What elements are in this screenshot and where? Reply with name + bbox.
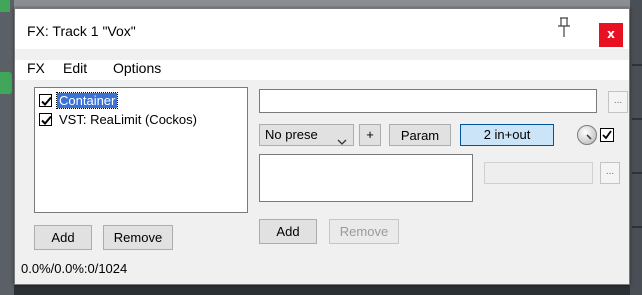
track-color-marker [0,0,10,12]
preset-value: No prese [265,127,318,142]
daw-track-strip-right [630,0,642,295]
chevron-down-icon [337,132,347,152]
remove-fx-button[interactable]: Remove [103,225,173,250]
fx-enable-checkbox[interactable] [39,93,52,107]
menu-fx[interactable]: FX [27,60,45,76]
add-preset-button[interactable]: + [359,124,381,146]
fx-item-label: Container [55,91,119,109]
preset-dropdown[interactable]: No prese [259,124,354,146]
wet-knob-icon[interactable] [577,125,597,145]
menu-bar: FX Edit Options [15,60,629,80]
fx-list-item[interactable]: Container [39,91,119,109]
menu-options[interactable]: Options [113,60,161,76]
fx-item-label: VST: ReaLimit (Cockos) [59,111,197,127]
window-title: FX: Track 1 "Vox" [27,23,136,39]
add-fx-button[interactable]: Add [34,225,92,250]
param-browse-button: ... [600,162,620,184]
io-routing-button[interactable]: 2 in+out [460,124,554,146]
pin-icon[interactable] [555,17,573,39]
menu-edit[interactable]: Edit [63,60,87,76]
plugin-name-field[interactable] [259,89,597,113]
title-bar[interactable]: FX: Track 1 "Vox" x [15,9,629,49]
add-param-button[interactable]: Add [259,219,317,244]
remove-param-button: Remove [329,219,399,244]
fx-enable-checkbox[interactable] [39,112,52,126]
fx-chain-list[interactable]: Container VST: ReaLimit (Cockos) [34,87,248,213]
browse-button[interactable]: ... [608,91,628,113]
fx-chain-window: FX: Track 1 "Vox" x FX Edit Options Cont… [14,8,630,285]
fx-list-item[interactable]: VST: ReaLimit (Cockos) [39,110,199,128]
daw-track-strip-left [0,0,14,295]
parameter-value-field [484,162,593,184]
parameter-list[interactable] [259,154,473,202]
cpu-status-text: 0.0%/0.0%:0/1024 [21,261,128,276]
bypass-checkbox[interactable] [600,128,614,142]
param-button[interactable]: Param [389,124,451,146]
close-button[interactable]: x [599,23,623,47]
track-color-marker [0,72,12,94]
